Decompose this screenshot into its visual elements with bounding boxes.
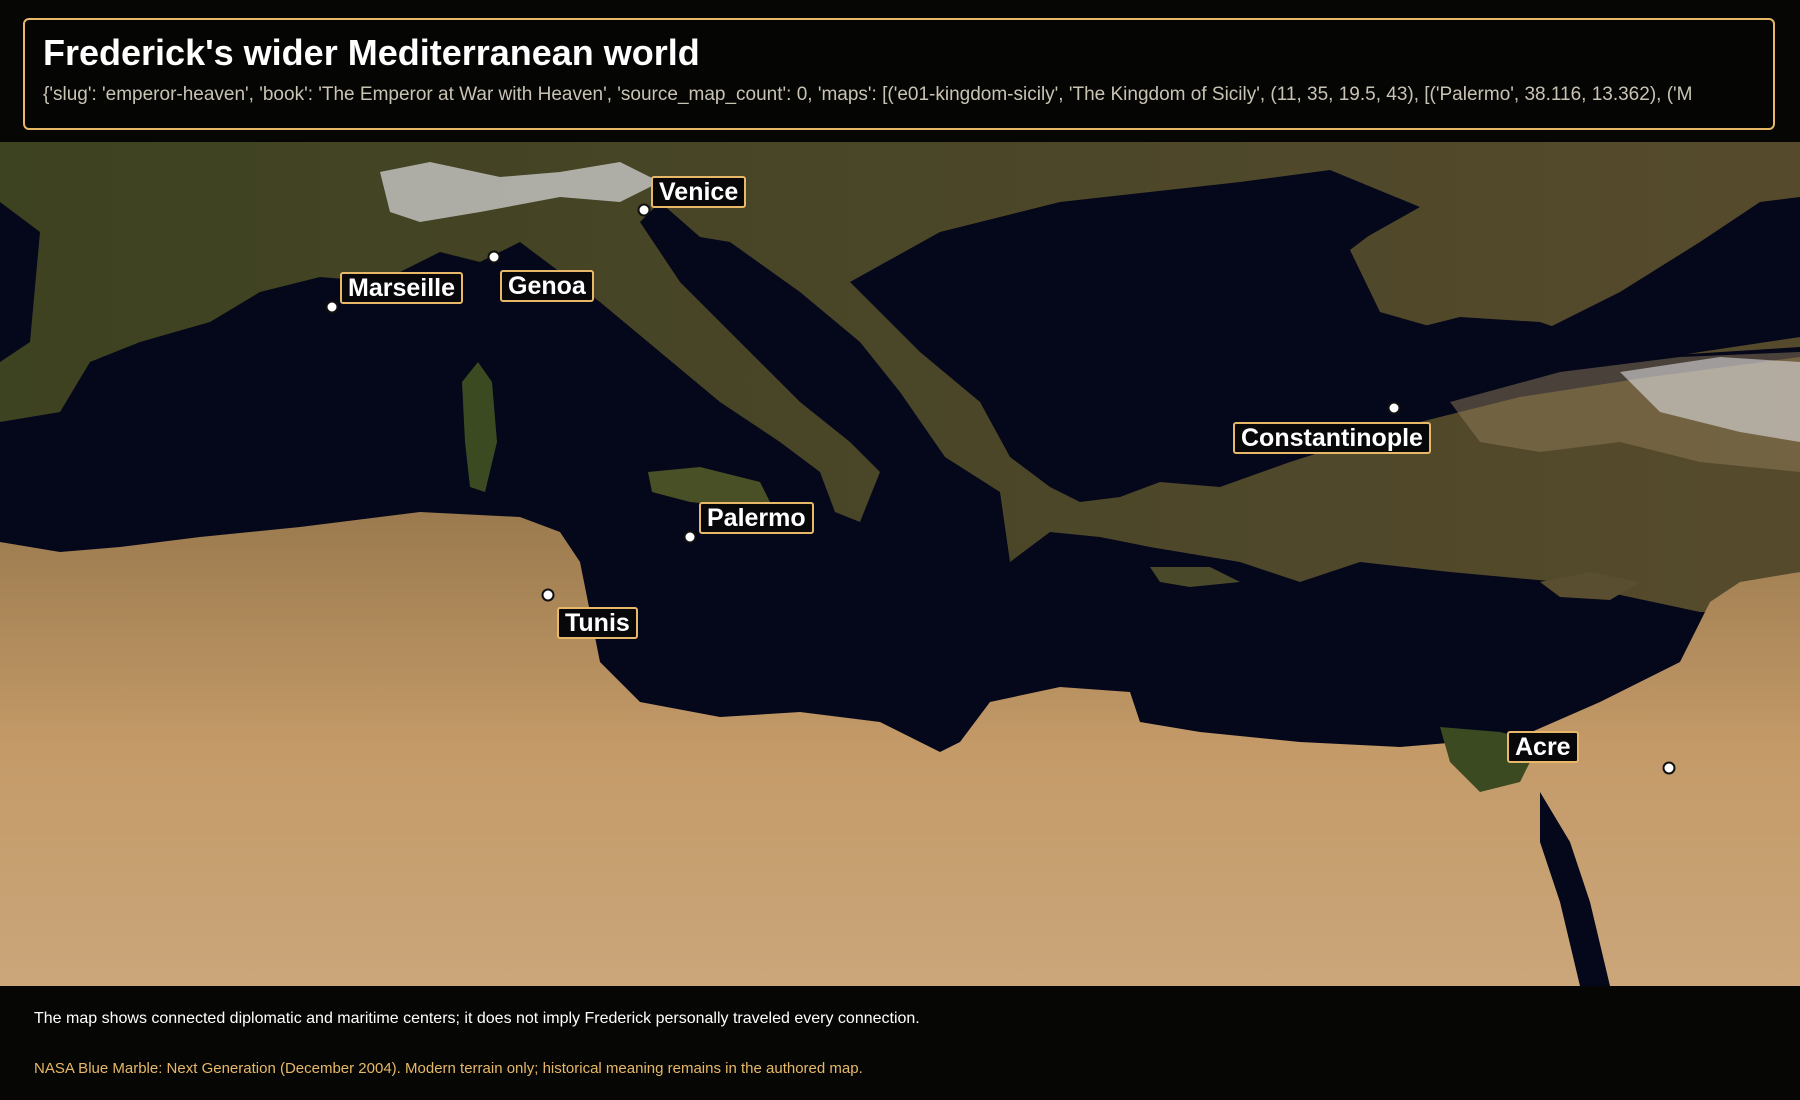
tunis-marker[interactable]: [541, 588, 555, 602]
data-dump-line: {'slug': 'emperor-heaven', 'book': 'The …: [43, 84, 1693, 105]
satellite-map[interactable]: Venice Genoa Marseille Constantinople Palerm…: [0, 142, 1800, 986]
constantinople-label[interactable]: Constantinople: [1233, 422, 1431, 454]
palermo-marker[interactable]: [683, 530, 697, 544]
acre-label[interactable]: Acre: [1507, 731, 1579, 763]
page-title: Frederick's wider Mediterranean world: [43, 32, 700, 73]
palermo-label[interactable]: Palermo: [699, 502, 814, 534]
constantinople-marker[interactable]: [1387, 401, 1401, 415]
tunis-label[interactable]: Tunis: [557, 607, 638, 639]
image-credit: NASA Blue Marble: Next Generation (Decem…: [34, 1060, 863, 1077]
marseille-label[interactable]: Marseille: [340, 272, 464, 304]
footer: The map shows connected diplomatic and m…: [0, 986, 1800, 1100]
terrain-layer: [0, 142, 1800, 986]
genoa-marker[interactable]: [487, 250, 501, 264]
venice-label[interactable]: Venice: [651, 176, 747, 208]
title-panel: Frederick's wider Mediterranean world {'…: [23, 18, 1775, 130]
marseille-marker[interactable]: [325, 300, 339, 314]
venice-marker[interactable]: [637, 203, 651, 217]
map-note: The map shows connected diplomatic and m…: [34, 1010, 920, 1027]
genoa-label[interactable]: Genoa: [500, 270, 594, 302]
acre-marker[interactable]: [1662, 761, 1676, 775]
